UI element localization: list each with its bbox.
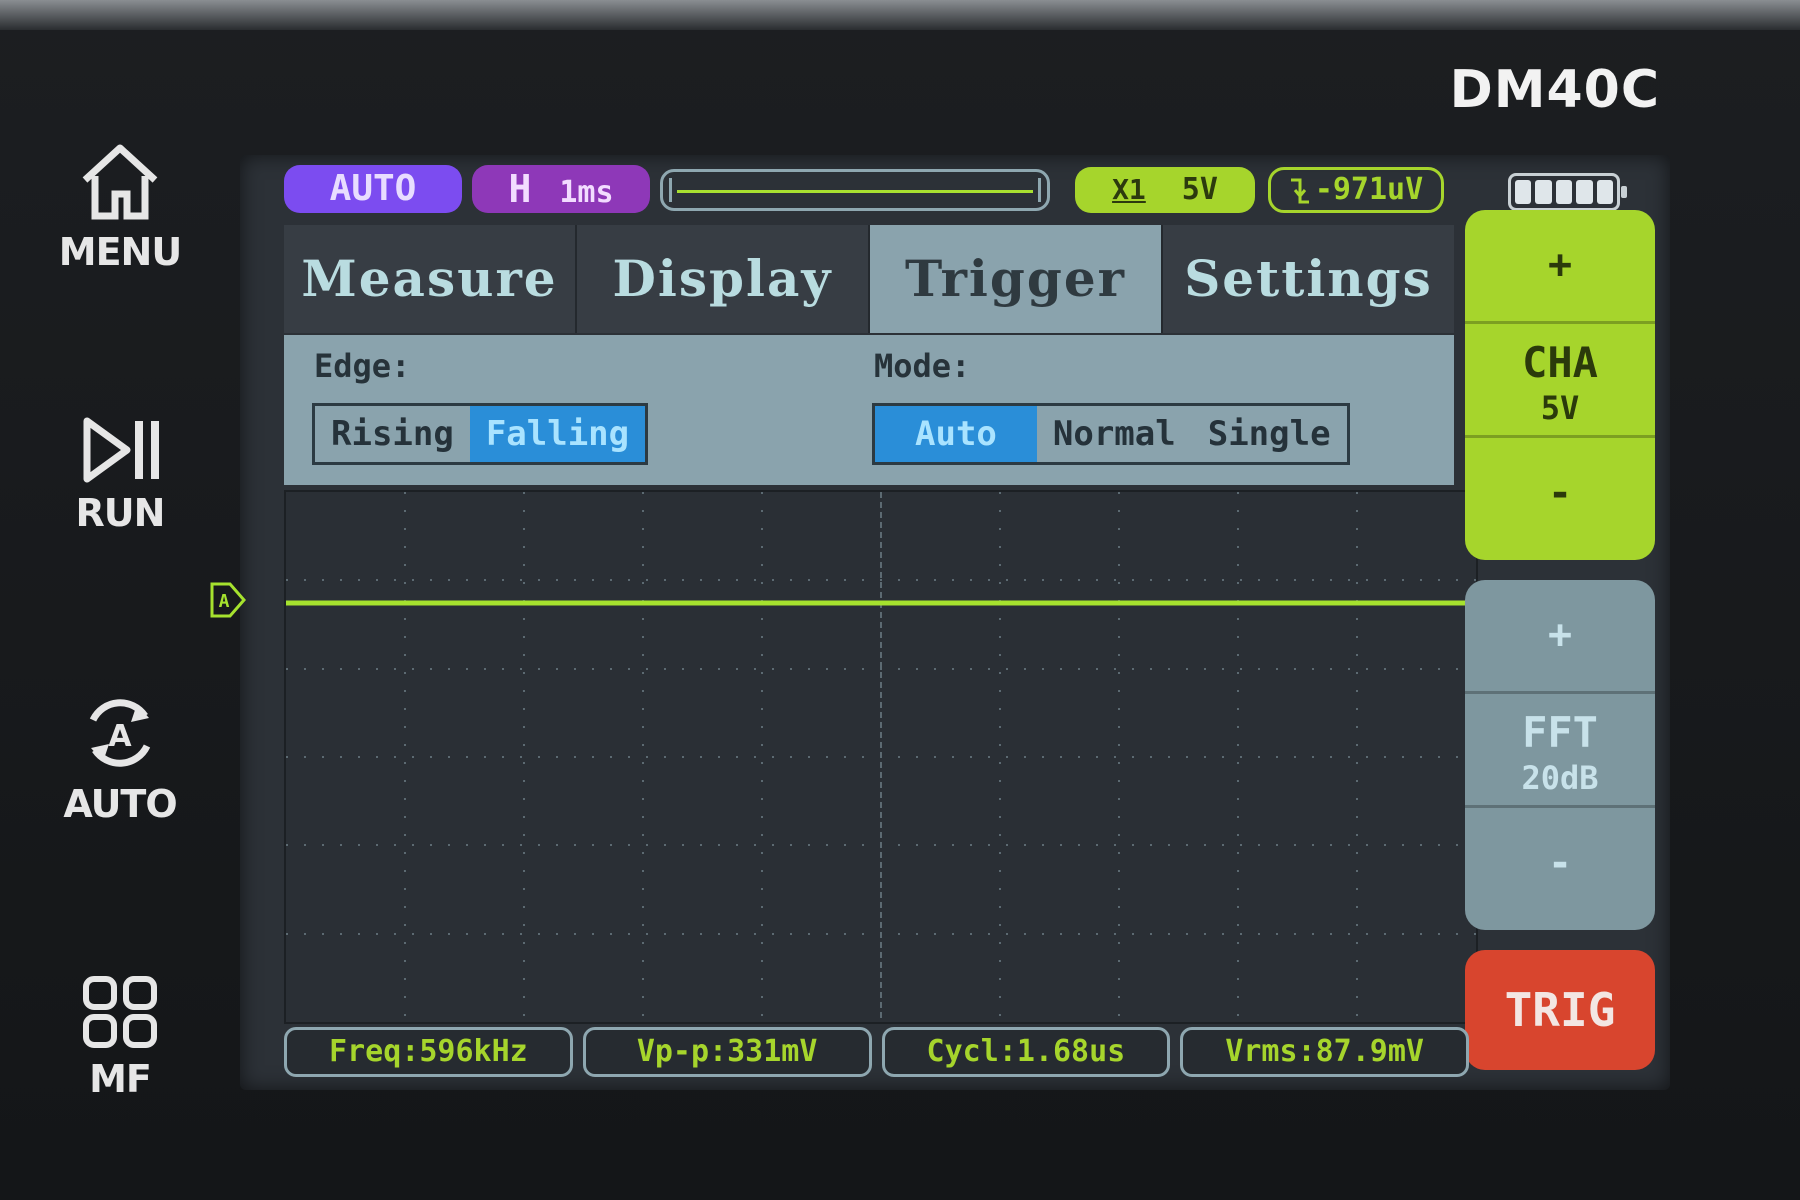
measurement-vrms[interactable]: Vrms:87.9mV [1180,1027,1469,1077]
fft-select-button[interactable]: FFT 20dB [1465,694,1655,808]
measurement-bar: Freq:596kHz Vp-p:331mV Cycl:1.68us Vrms:… [284,1027,1469,1077]
tab-settings[interactable]: Settings [1163,225,1454,333]
channel-control-group: + CHA 5V - [1465,210,1655,560]
fft-plus-button[interactable]: + [1465,580,1655,694]
edge-option-rising[interactable]: Rising [315,406,470,462]
battery-icon [1508,173,1627,211]
channel-coupling: X1 [1112,173,1146,206]
lcd-screen: AUTO H 1ms X1 5V -971uV Measure Display Tr… [210,155,1670,1090]
mode-selector: Auto Normal Single [872,403,1350,465]
timebase-value: 1ms [559,175,614,210]
model-name: DM40C [1449,60,1660,120]
run-label: RUN [75,491,166,535]
measurement-cycle[interactable]: Cycl:1.68us [881,1027,1171,1077]
edge-option-falling[interactable]: Falling [469,406,646,462]
channel-scale-minus-button[interactable]: - [1465,438,1655,552]
grid-squares-icon [83,976,157,1048]
fft-control-group: + FFT 20dB - [1465,580,1655,930]
tab-trigger[interactable]: Trigger [870,225,1163,333]
channel-a-marker[interactable]: A [210,580,250,620]
tab-measure[interactable]: Measure [284,225,577,333]
mf-label: MF [89,1057,152,1101]
trigger-level-badge[interactable]: -971uV [1268,167,1444,213]
mode-option-auto[interactable]: Auto [875,406,1037,462]
play-pause-icon [83,417,159,483]
fft-name: FFT [1522,708,1598,757]
channel-value: 5V [1540,389,1580,427]
oscilloscope-device: DM40C MENU RUN A AUTO MF AUTO H 1ms X1 5… [0,0,1800,1200]
auto-button[interactable]: A AUTO [40,690,200,826]
trigger-settings-panel: Edge: Rising Falling Mode: Auto Normal S… [284,335,1454,485]
mf-button[interactable]: MF [40,975,200,1101]
channel-name: CHA [1522,338,1598,387]
waveform-display[interactable] [284,490,1478,1024]
tab-display[interactable]: Display [577,225,870,333]
edge-label: Edge: [314,347,411,385]
menu-button[interactable]: MENU [40,140,200,274]
falling-edge-icon [1290,178,1309,203]
menu-tabs: Measure Display Trigger Settings [284,225,1454,333]
mode-option-single[interactable]: Single [1192,406,1347,462]
measurement-vpp[interactable]: Vp-p:331mV [582,1027,872,1077]
channel-select-button[interactable]: CHA 5V [1465,324,1655,438]
memory-window-indicator [677,190,1033,193]
fft-minus-button[interactable]: - [1465,808,1655,922]
channel-scale-badge[interactable]: X1 5V [1075,167,1255,213]
device-top-edge [0,0,1800,30]
mode-label: Mode: [874,347,971,385]
waveform-grid [286,492,1476,1022]
auto-cycle-icon: A [89,699,151,767]
trig-button[interactable]: TRIG [1465,950,1655,1070]
measurement-frequency[interactable]: Freq:596kHz [284,1027,573,1077]
timebase-badge[interactable]: H 1ms [472,165,650,213]
edge-selector: Rising Falling [312,403,649,465]
mode-option-normal[interactable]: Normal [1037,406,1192,462]
fft-value: 20dB [1521,759,1599,797]
menu-label: MENU [58,230,182,274]
trigger-level: -971uV [1314,172,1424,207]
channel-scale-plus-button[interactable]: + [1465,210,1655,324]
run-button[interactable]: RUN [40,415,200,535]
acquire-mode-badge[interactable]: AUTO [284,165,462,213]
memory-position-bar[interactable] [660,169,1050,211]
channel-marker-letter: A [219,591,230,612]
channel-scale: 5V [1181,172,1218,207]
svg-text:A: A [108,719,132,754]
timebase-prefix: H [508,167,532,211]
home-icon [82,144,158,220]
auto-label: AUTO [63,782,177,826]
